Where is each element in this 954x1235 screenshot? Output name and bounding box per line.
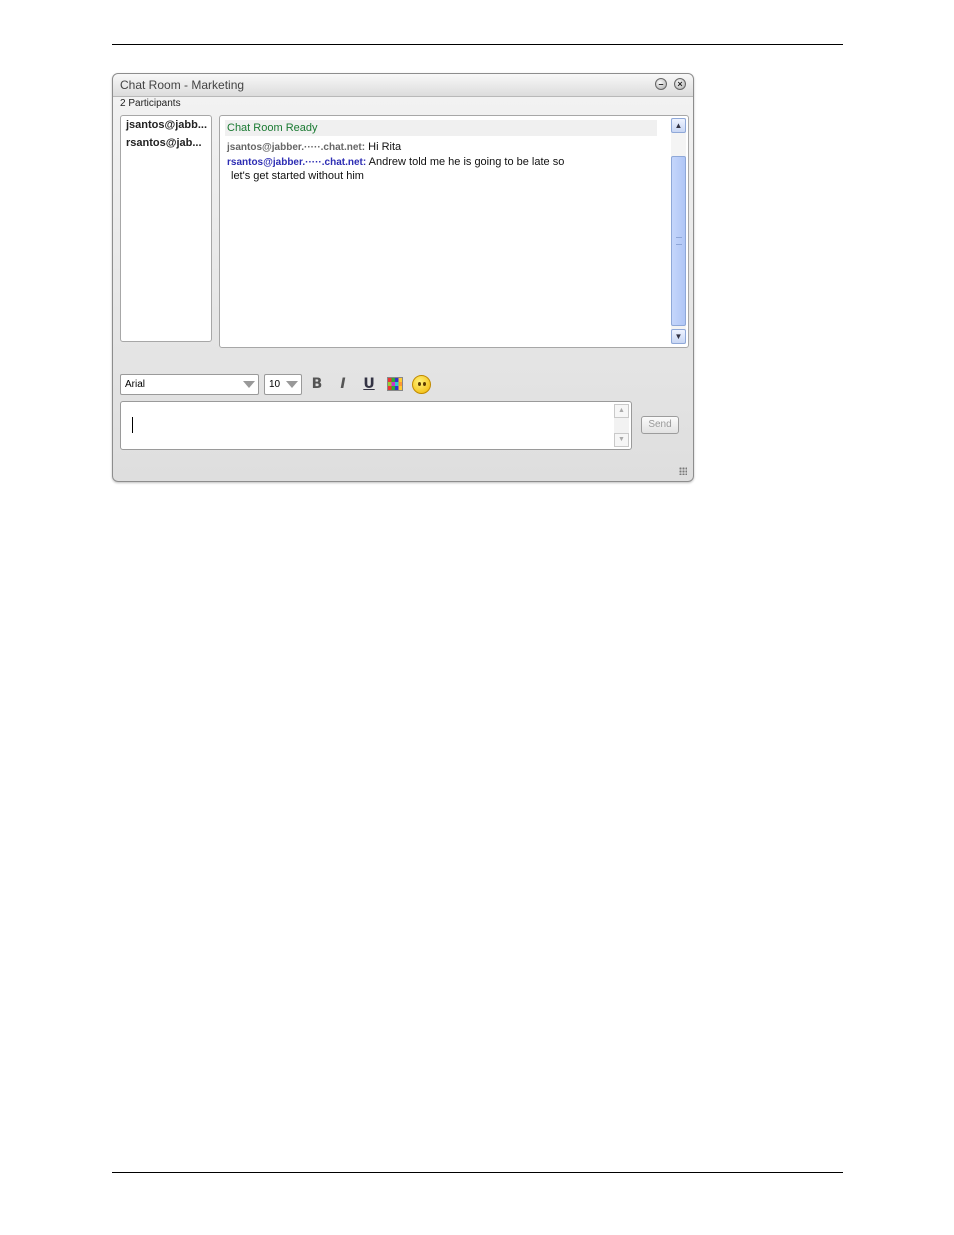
- underline-icon[interactable]: U: [360, 375, 378, 393]
- send-button[interactable]: Send: [641, 416, 679, 434]
- window-title: Chat Room - Marketing: [120, 78, 245, 92]
- bold-icon[interactable]: B: [308, 375, 326, 393]
- chevron-down-icon: [243, 381, 255, 388]
- minimize-icon[interactable]: –: [655, 78, 667, 90]
- scroll-up-icon[interactable]: ▲: [671, 118, 686, 133]
- chevron-down-icon: [286, 381, 298, 388]
- font-select-value: Arial: [125, 379, 146, 390]
- font-size-select[interactable]: 10: [264, 374, 302, 395]
- participant-item[interactable]: jsantos@jabb...: [121, 118, 211, 136]
- message-text: Hi Rita: [365, 141, 402, 153]
- chat-room-window: Chat Room - Marketing – × 2 Participants…: [112, 73, 694, 482]
- text-cursor: [132, 417, 133, 433]
- scrollbar-thumb[interactable]: [671, 156, 686, 326]
- title-bar[interactable]: Chat Room - Marketing – ×: [113, 74, 693, 97]
- emoticon-icon[interactable]: [412, 375, 431, 394]
- font-size-value: 10: [269, 379, 281, 390]
- participants-count: 2 Participants: [120, 98, 181, 109]
- format-toolbar: Arial 10 B I U: [120, 374, 450, 396]
- transcript-scrollbar[interactable]: ▲ ▼: [671, 118, 686, 344]
- page-bottom-rule: [112, 1172, 843, 1173]
- resize-grip-icon[interactable]: [679, 467, 687, 475]
- message-input[interactable]: ▲ ▼: [120, 401, 632, 450]
- message-text: Andrew told me he is going to be late so: [366, 156, 565, 168]
- text-color-icon[interactable]: [387, 377, 403, 391]
- chat-status: Chat Room Ready: [225, 120, 657, 136]
- chat-transcript: Chat Room Ready jsantos@jabber.·····.cha…: [219, 115, 689, 348]
- font-select[interactable]: Arial: [120, 374, 259, 395]
- scroll-down-icon[interactable]: ▼: [614, 433, 629, 447]
- participant-item[interactable]: rsantos@jab...: [121, 136, 211, 154]
- chat-message: jsantos@jabber.·····.chat.net: Hi Rita: [227, 140, 401, 155]
- message-sender: rsantos@jabber.·····.chat.net:: [227, 157, 367, 168]
- input-scrollbar[interactable]: ▲ ▼: [614, 404, 629, 447]
- message-sender: jsantos@jabber.·····.chat.net:: [227, 142, 366, 153]
- message-continuation: let's get started without him: [231, 170, 364, 182]
- italic-icon[interactable]: I: [334, 375, 352, 393]
- chat-message: rsantos@jabber.·····.chat.net: Andrew to…: [227, 155, 564, 170]
- close-icon[interactable]: ×: [674, 78, 686, 90]
- page-top-rule: [112, 44, 843, 45]
- participant-list: jsantos@jabb... rsantos@jab...: [120, 115, 212, 342]
- scroll-down-icon[interactable]: ▼: [671, 329, 686, 344]
- scroll-up-icon[interactable]: ▲: [614, 404, 629, 418]
